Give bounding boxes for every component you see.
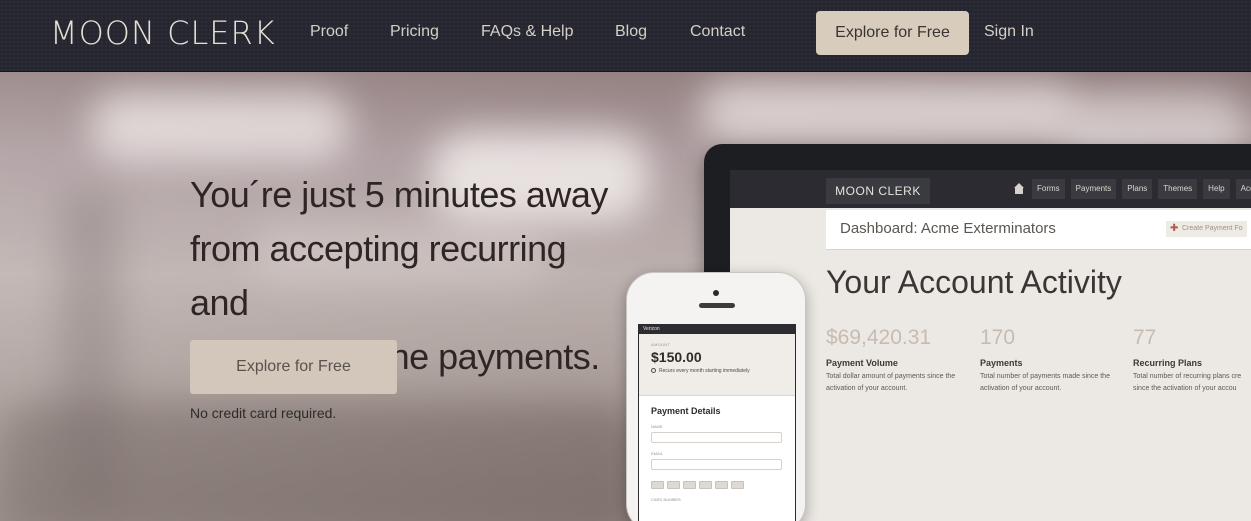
dashboard-menu-plans: Plans	[1122, 179, 1153, 199]
laptop-screen: MOON CLERK Forms Payments Plans Themes H…	[730, 170, 1251, 521]
amount-label: AMOUNT	[651, 342, 671, 347]
email-field	[651, 459, 782, 470]
explore-for-free-nav-button[interactable]: Explore for Free	[816, 11, 969, 55]
recurrence-text: Recurs every month starting immediately	[651, 368, 795, 374]
card-number-label: CARD NUMBER	[651, 497, 681, 502]
payment-amount-box: AMOUNT $150.00 Recurs every month starti…	[639, 334, 795, 396]
card-icon	[683, 481, 696, 489]
stat-description: Total number of payments made since the a…	[980, 373, 1110, 392]
create-payment-form-button: ✚ Create Payment Fo	[1166, 221, 1247, 237]
card-icon	[667, 481, 680, 489]
plus-icon: ✚	[1170, 223, 1179, 234]
dashboard-nav: MOON CLERK Forms Payments Plans Themes H…	[730, 170, 1251, 208]
stat-description: Total dollar amount of payments since th…	[826, 373, 956, 392]
home-icon	[1012, 179, 1026, 199]
stat-label: Payments	[980, 358, 1023, 368]
dashboard-menu-forms: Forms	[1032, 179, 1065, 199]
radio-icon	[651, 368, 656, 373]
card-icon	[715, 481, 728, 489]
top-navigation: MOON CLERK Proof Pricing FAQs & Help Blo…	[0, 0, 1251, 72]
phone-mockup: Verizon AMOUNT $150.00 Recurs every mont…	[626, 272, 806, 521]
stat-description: Total number of recurring plans cre since…	[1133, 373, 1242, 392]
stat-value: $69,420.31	[826, 326, 932, 349]
dashboard-menu-account: Acc	[1235, 179, 1251, 199]
dashboard-menu-payments: Payments	[1070, 179, 1117, 199]
create-payment-form-label: Create Payment Fo	[1182, 225, 1243, 232]
stat-recurring-plans: 77 Recurring Plans Total number of recur…	[1133, 326, 1251, 395]
stat-payment-volume: $69,420.31 Payment Volume Total dollar a…	[826, 326, 976, 395]
headline-line: from accepting recurring and	[190, 228, 567, 323]
headline-line: You´re just 5 minutes away	[190, 174, 608, 215]
dashboard-menu-themes: Themes	[1158, 179, 1198, 199]
no-credit-card-note: No credit card required.	[190, 405, 337, 421]
account-activity-heading: Your Account Activity	[826, 264, 1122, 300]
nav-link-blog[interactable]: Blog	[615, 21, 647, 43]
phone-camera	[713, 290, 719, 296]
nav-link-faqs-help[interactable]: FAQs & Help	[481, 21, 573, 43]
nav-link-pricing[interactable]: Pricing	[390, 21, 439, 43]
stat-value: 77	[1133, 326, 1157, 349]
stat-payments: 170 Payments Total number of payments ma…	[980, 326, 1130, 395]
dashboard-menu: Forms Payments Plans Themes Help Acc	[1012, 179, 1251, 199]
dashboard-menu-help: Help	[1203, 179, 1230, 199]
phone-screen: Verizon AMOUNT $150.00 Recurs every mont…	[638, 324, 796, 521]
email-field-label: EMAIL	[651, 451, 664, 456]
nav-link-proof[interactable]: Proof	[310, 21, 348, 43]
sign-in-link[interactable]: Sign In	[984, 21, 1034, 43]
card-icon	[731, 481, 744, 489]
amount-value: $150.00	[651, 349, 702, 365]
name-field	[651, 432, 782, 443]
card-icon	[699, 481, 712, 489]
stat-label: Recurring Plans	[1133, 358, 1203, 368]
dashboard-subheader: Dashboard: Acme Exterminators ✚ Create P…	[826, 210, 1251, 250]
card-icon	[651, 481, 664, 489]
stat-value: 170	[980, 326, 1016, 349]
explore-for-free-hero-button[interactable]: Explore for Free	[190, 340, 397, 394]
stat-label: Payment Volume	[826, 358, 898, 368]
dashboard-title: Dashboard: Acme Exterminators	[840, 220, 1056, 237]
phone-status-bar: Verizon	[639, 325, 795, 334]
dashboard-logo: MOON CLERK	[826, 178, 930, 204]
hero-section: You´re just 5 minutes away from acceptin…	[0, 72, 1251, 521]
nav-link-contact[interactable]: Contact	[690, 21, 745, 43]
moonclerk-logo[interactable]: MOON CLERK	[50, 13, 276, 53]
payment-details-title: Payment Details	[651, 406, 721, 416]
name-field-label: NAME	[651, 424, 663, 429]
card-logos	[651, 481, 795, 489]
phone-speaker	[699, 303, 735, 308]
